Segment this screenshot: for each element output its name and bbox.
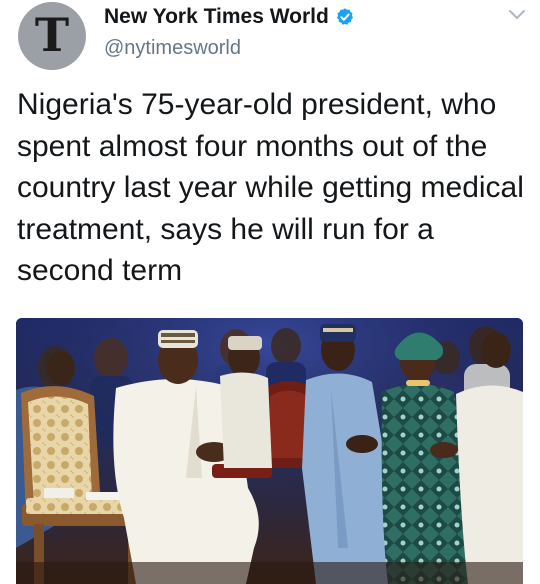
event-photo-illustration bbox=[16, 318, 523, 584]
tweet-card: T New York Times World @nytimesworld Nig… bbox=[0, 0, 540, 584]
nyt-logo-avatar: T bbox=[34, 8, 70, 62]
verified-badge-icon bbox=[336, 8, 353, 25]
author-name-row: New York Times World bbox=[104, 4, 355, 30]
author-handle[interactable]: @nytimesworld bbox=[104, 37, 241, 60]
chevron-down-icon[interactable] bbox=[508, 9, 526, 21]
tweet-text: Nigeria's 75-year-old president, who spe… bbox=[17, 88, 524, 287]
display-name[interactable]: New York Times World bbox=[104, 5, 329, 29]
tweet-photo[interactable] bbox=[16, 318, 523, 584]
avatar[interactable]: T bbox=[18, 2, 86, 70]
